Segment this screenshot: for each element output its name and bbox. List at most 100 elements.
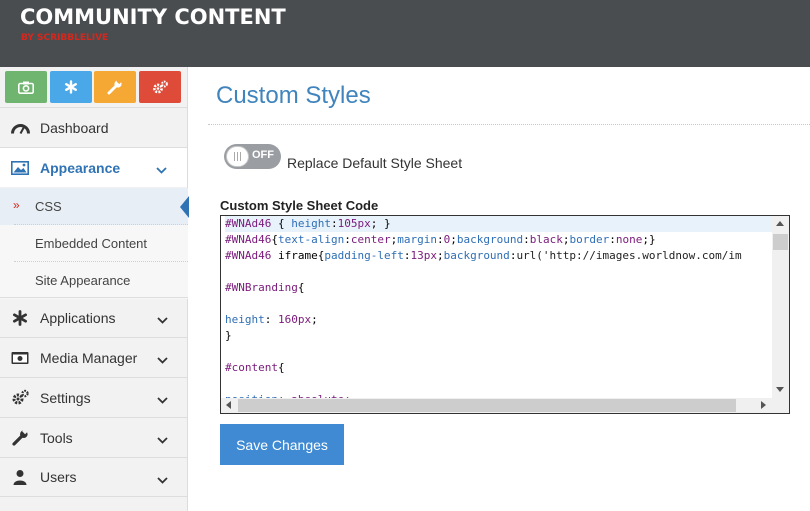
code-token: 105px bbox=[337, 217, 371, 230]
sidebar-item-appearance[interactable]: Appearance bbox=[0, 147, 188, 187]
code-line[interactable]: #WNBranding{ bbox=[225, 280, 773, 296]
asterisk-icon bbox=[10, 308, 30, 328]
code-token: ; bbox=[436, 249, 444, 262]
code-token: ; bbox=[311, 313, 318, 326]
sidebar-subitem-label: Embedded Content bbox=[35, 236, 148, 251]
code-token: { bbox=[297, 281, 305, 294]
chevron-down-icon bbox=[157, 431, 168, 449]
code-token: none bbox=[615, 233, 643, 246]
code-token: #WNAd46 bbox=[225, 217, 272, 230]
divider bbox=[208, 124, 810, 125]
code-token: : bbox=[523, 233, 530, 246]
asterisk-button[interactable] bbox=[50, 71, 92, 103]
code-line[interactable] bbox=[225, 344, 773, 360]
sidebar-item-label: Media Manager bbox=[40, 349, 138, 366]
sidebar-item-label: Tools bbox=[40, 429, 73, 446]
chevron-down-icon bbox=[156, 161, 167, 179]
code-line[interactable]: #content{ bbox=[225, 360, 773, 376]
toggle-knob[interactable] bbox=[226, 146, 249, 167]
sidebar-item-tools[interactable]: Tools bbox=[0, 417, 188, 457]
sidebar-subitem-embedded-content[interactable]: Embedded Content bbox=[0, 225, 188, 262]
replace-stylesheet-toggle[interactable]: OFF bbox=[224, 144, 281, 169]
code-line[interactable] bbox=[225, 376, 773, 392]
sidebar-item-applications[interactable]: Applications bbox=[0, 297, 188, 337]
sidebar-item-label: Applications bbox=[40, 309, 116, 326]
user-icon bbox=[10, 467, 30, 487]
wrench-icon bbox=[10, 428, 30, 448]
scroll-thumb[interactable] bbox=[773, 234, 788, 250]
scroll-up-icon[interactable] bbox=[776, 221, 784, 226]
code-token: text-align bbox=[277, 233, 345, 246]
asterisk-icon bbox=[64, 80, 78, 94]
css-code-editor[interactable]: #WNAd46 { height:105px; } #WNAd46{text-al… bbox=[220, 215, 790, 414]
camera-icon bbox=[18, 81, 34, 94]
sidebar-item-label: Dashboard bbox=[40, 119, 109, 136]
gears-button[interactable] bbox=[139, 71, 181, 103]
code-token: 13px bbox=[410, 249, 437, 262]
top-bar: COMMUNITY CONTENT BY SCRIBBLELIVE bbox=[0, 0, 810, 67]
sidebar-item-users[interactable]: Users bbox=[0, 457, 188, 497]
brand-logo[interactable]: COMMUNITY CONTENT bbox=[20, 5, 286, 29]
code-line[interactable]: #WNAd46 iframe{padding-left:13px;backgro… bbox=[225, 248, 773, 264]
code-line[interactable]: height: 160px; bbox=[225, 312, 773, 328]
sidebar-subitem-label: CSS bbox=[35, 199, 62, 214]
code-line[interactable] bbox=[225, 296, 773, 312]
sidebar-subitem-label: Site Appearance bbox=[35, 273, 131, 288]
dashboard-icon bbox=[10, 118, 30, 138]
code-token: ; bbox=[450, 233, 457, 246]
main-content: Custom Styles OFF Replace Default Style … bbox=[189, 67, 810, 511]
page-title: Custom Styles bbox=[216, 82, 371, 109]
camera-button[interactable] bbox=[5, 71, 47, 103]
sidebar: Dashboard Appearance » CSS Embedded Cont… bbox=[0, 67, 189, 511]
horizontal-scrollbar[interactable] bbox=[221, 398, 789, 413]
code-token: { bbox=[271, 233, 278, 246]
quick-actions bbox=[5, 71, 181, 103]
code-token: #WNAd46 bbox=[225, 233, 272, 246]
sidebar-item-media-manager[interactable]: Media Manager bbox=[0, 337, 188, 377]
code-field-label: Custom Style Sheet Code bbox=[220, 198, 379, 213]
code-token: url('http://images.worldnow.com/im bbox=[516, 249, 742, 262]
sidebar-subitem-site-appearance[interactable]: Site Appearance bbox=[0, 262, 188, 299]
chevron-down-icon bbox=[157, 351, 168, 369]
code-line[interactable]: #WNAd46{text-align:center;margin:0;backg… bbox=[225, 232, 773, 248]
scroll-right-icon[interactable] bbox=[761, 401, 766, 409]
code-token: #WNAd46 bbox=[225, 249, 272, 262]
brand-subtitle: BY SCRIBBLELIVE bbox=[21, 33, 109, 43]
code-token: black bbox=[529, 233, 563, 246]
code-token: { bbox=[277, 361, 285, 374]
code-line[interactable]: } bbox=[225, 328, 773, 344]
active-marker-icon: » bbox=[13, 198, 20, 212]
code-token: { bbox=[271, 217, 292, 230]
toggle-label: Replace Default Style Sheet bbox=[287, 155, 463, 171]
gears-icon bbox=[10, 388, 30, 408]
code-token: : bbox=[436, 233, 444, 246]
scroll-thumb[interactable] bbox=[238, 399, 736, 412]
code-token: background bbox=[443, 249, 510, 262]
scroll-down-icon[interactable] bbox=[776, 387, 784, 392]
code-line[interactable] bbox=[225, 264, 773, 280]
active-pointer bbox=[180, 196, 189, 218]
code-token: : bbox=[609, 233, 616, 246]
chevron-down-icon bbox=[157, 471, 168, 489]
sidebar-item-label: Users bbox=[40, 469, 77, 485]
chevron-down-icon bbox=[157, 391, 168, 409]
code-token: height bbox=[291, 217, 331, 230]
scroll-left-icon[interactable] bbox=[226, 401, 231, 409]
media-icon bbox=[10, 348, 30, 368]
code-token: padding-left bbox=[324, 249, 404, 262]
vertical-scrollbar[interactable] bbox=[772, 216, 789, 398]
code-line[interactable]: #WNAd46 { height:105px; } bbox=[225, 216, 773, 232]
save-changes-button[interactable]: Save Changes bbox=[220, 424, 344, 465]
code-token: : bbox=[264, 313, 278, 326]
sidebar-item-settings[interactable]: Settings bbox=[0, 377, 188, 417]
gears-icon bbox=[152, 80, 169, 95]
wrench-button[interactable] bbox=[94, 71, 136, 103]
code-area[interactable]: #WNAd46 { height:105px; } #WNAd46{text-al… bbox=[225, 216, 773, 398]
code-token: ; } bbox=[370, 217, 391, 230]
sidebar-item-label: Appearance bbox=[40, 159, 121, 176]
code-token: : bbox=[344, 233, 351, 246]
sidebar-item-dashboard[interactable]: Dashboard bbox=[0, 107, 188, 147]
code-token: border bbox=[569, 233, 610, 246]
code-token: iframe{ bbox=[271, 249, 325, 262]
sidebar-subitem-css[interactable]: » CSS bbox=[0, 188, 189, 225]
